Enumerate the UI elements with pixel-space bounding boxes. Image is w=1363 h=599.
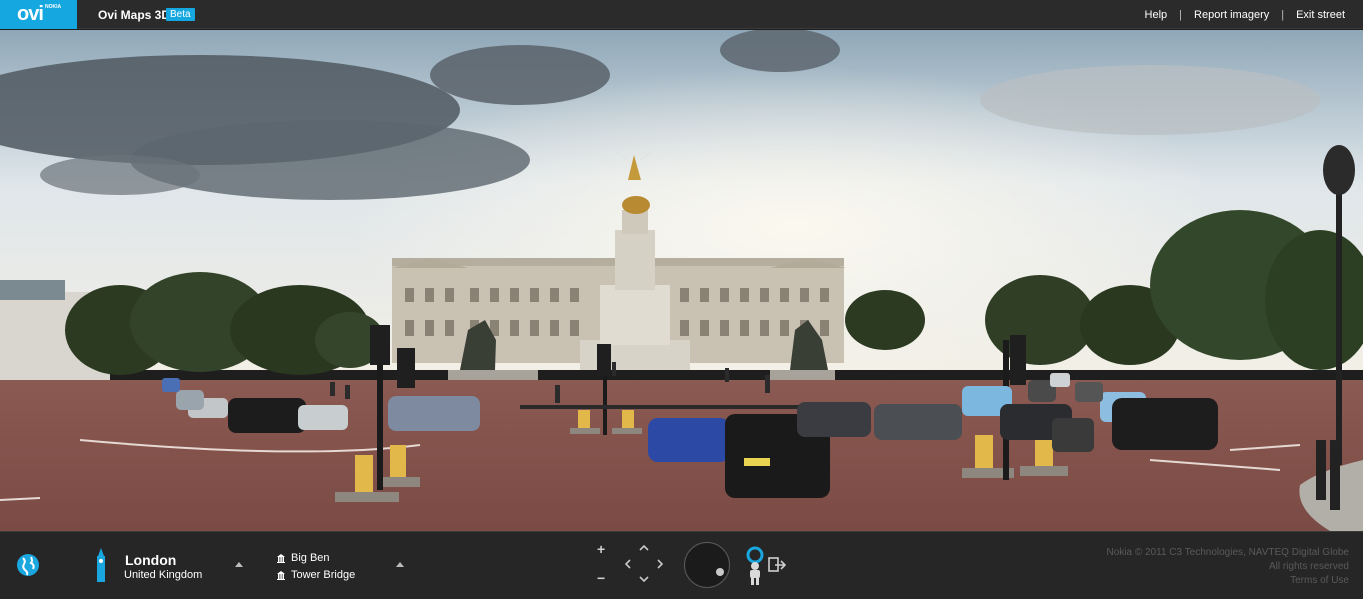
separator: | [1281,9,1285,21]
copyright-text: Nokia © 2011 C3 Technologies, NAVTEQ Dig… [1106,547,1350,558]
pan-left-icon[interactable] [622,558,634,570]
help-link[interactable]: Help [1145,9,1168,21]
compass-handle[interactable] [716,568,724,576]
big-ben-icon [97,548,105,582]
places-expand-arrow[interactable] [396,562,404,567]
ovi-logo[interactable]: ovi NOKIA [0,0,77,29]
logo-text: ovi [17,3,44,25]
separator: | [1179,9,1183,21]
rights-text: All rights reserved [1268,561,1349,572]
compass-dial[interactable] [684,542,730,588]
bottom-bar: London United Kingdom Big Ben Tower Brid… [0,531,1363,599]
place-label: Tower Bridge [291,569,356,581]
location-city: London [125,552,177,568]
street-view-panorama[interactable] [0,30,1363,531]
pan-right-icon[interactable] [654,558,666,570]
landmark-icon [277,553,285,563]
pan-up-icon[interactable] [638,542,650,554]
globe-icon[interactable] [16,553,40,577]
panorama-image [0,30,1363,531]
location-country: United Kingdom [124,569,203,581]
place-label: Big Ben [291,552,330,564]
zoom-in-button[interactable]: + [597,541,605,557]
place-item[interactable]: Tower Bridge [277,569,355,581]
report-imagery-link[interactable]: Report imagery [1194,9,1269,21]
app-title: Ovi Maps 3D [98,8,171,22]
terms-of-use-link[interactable]: Terms of Use [1107,574,1349,588]
exit-street-link[interactable]: Exit street [1296,9,1345,21]
beta-badge: Beta [166,8,195,21]
location-expand-arrow[interactable] [235,562,243,567]
credits: Nokia © 2011 C3 Technologies, NAVTEQ Dig… [1107,546,1350,588]
zoom-out-button[interactable]: − [597,570,605,586]
top-bar: ovi NOKIA Ovi Maps 3D Beta Help | Report… [0,0,1363,29]
landmark-icon [277,570,285,580]
header-links: Help | Report imagery | Exit street [1145,9,1345,21]
exit-icon[interactable] [767,556,787,574]
person-icon[interactable] [745,546,767,586]
pan-down-icon[interactable] [638,573,650,585]
logo-nokia: NOKIA [45,4,62,10]
place-item[interactable]: Big Ben [277,552,330,564]
